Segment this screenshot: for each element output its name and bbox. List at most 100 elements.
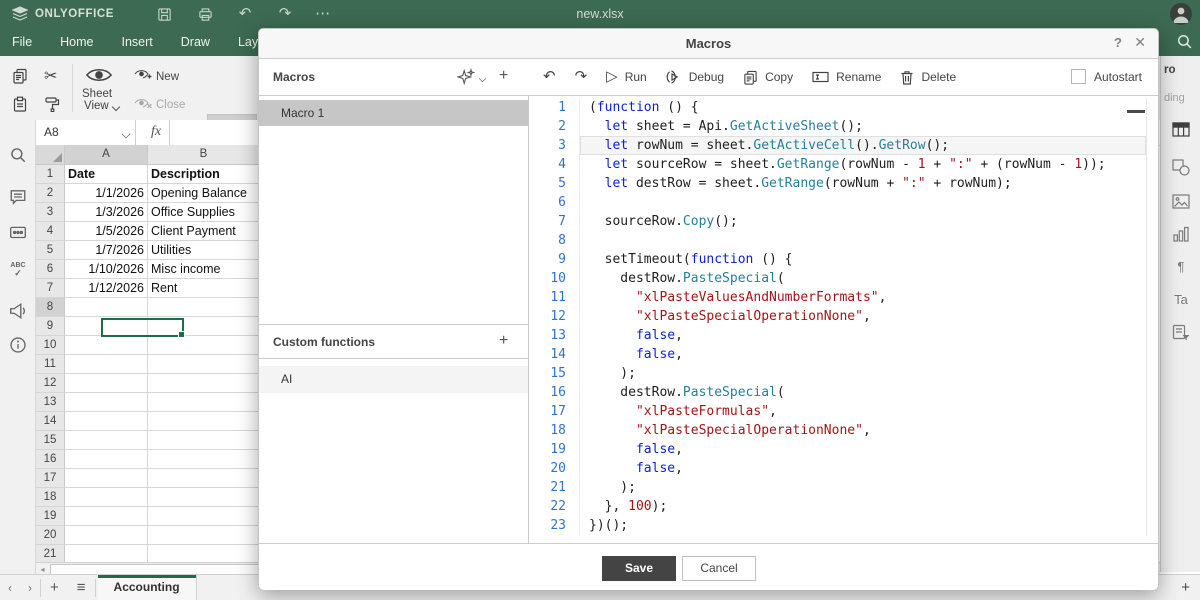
row-header-4[interactable]: 4 (36, 222, 65, 241)
tab-home[interactable]: Home (46, 28, 107, 56)
chat-icon[interactable] (9, 224, 27, 242)
row-header-6[interactable]: 6 (36, 260, 65, 279)
cell-A2[interactable]: 1/1/2026 (65, 184, 148, 203)
cell-B16[interactable] (148, 450, 260, 469)
run-button[interactable]: ▷ Run (606, 69, 647, 85)
cell-B3[interactable]: Office Supplies (148, 203, 260, 222)
cell-A8[interactable] (65, 298, 148, 317)
fill-handle[interactable] (178, 331, 185, 338)
debug-button[interactable]: Debug (666, 69, 724, 85)
cell-B19[interactable] (148, 507, 260, 526)
rename-button[interactable]: Rename (812, 70, 881, 84)
cell-A11[interactable] (65, 355, 148, 374)
cell-A15[interactable] (65, 431, 148, 450)
row-header-19[interactable]: 19 (36, 507, 65, 526)
ai-sparkle-icon[interactable] (457, 68, 475, 86)
cell-B8[interactable] (148, 298, 260, 317)
sheet-view-label-line1[interactable]: Sheet (82, 88, 112, 100)
cell-B5[interactable]: Utilities (148, 241, 260, 260)
sheet-view-chevron-icon[interactable] (112, 103, 120, 111)
delete-macro-button[interactable]: Delete (900, 70, 956, 85)
cell-B1[interactable]: Description (148, 165, 260, 184)
row-header-12[interactable]: 12 (36, 374, 65, 393)
feedback-icon[interactable] (9, 302, 27, 320)
tab-file[interactable]: File (0, 28, 46, 56)
save-button[interactable]: Save (602, 556, 676, 581)
code-line-3[interactable]: 3 let rowNum = sheet.GetActiveCell().Get… (529, 136, 1146, 155)
slicer-settings-icon[interactable] (1172, 324, 1190, 342)
cell-B14[interactable] (148, 412, 260, 431)
row-header-15[interactable]: 15 (36, 431, 65, 450)
redo-icon[interactable]: ↷ (273, 2, 297, 26)
print-icon[interactable] (193, 2, 217, 26)
new-sheet-view-icon[interactable] (134, 68, 152, 81)
row-header-10[interactable]: 10 (36, 336, 65, 355)
row-header-14[interactable]: 14 (36, 412, 65, 431)
paste-icon[interactable] (12, 96, 28, 112)
row-header-17[interactable]: 17 (36, 469, 65, 488)
cut-icon[interactable]: ✂ (44, 66, 57, 86)
cell-B18[interactable] (148, 488, 260, 507)
tab-insert[interactable]: Insert (108, 28, 167, 56)
dialog-help-icon[interactable]: ? (1114, 35, 1122, 50)
row-header-7[interactable]: 7 (36, 279, 65, 298)
cell-B13[interactable] (148, 393, 260, 412)
code-line-19[interactable]: 19 false, (529, 440, 1146, 459)
code-line-2[interactable]: 2 let sheet = Api.GetActiveSheet(); (529, 117, 1146, 136)
find-icon[interactable] (9, 146, 27, 164)
cell-A5[interactable]: 1/7/2026 (65, 241, 148, 260)
sheet-view-eye-icon[interactable] (85, 66, 113, 84)
cancel-button[interactable]: Cancel (682, 556, 756, 581)
dialog-title-bar[interactable]: Macros ? ✕ (259, 29, 1158, 59)
row-header-20[interactable]: 20 (36, 526, 65, 545)
next-sheet-icon[interactable]: › (20, 581, 40, 595)
code-line-5[interactable]: 5 let destRow = sheet.GetRange(rowNum + … (529, 174, 1146, 193)
add-sheet-icon[interactable]: + (41, 579, 68, 596)
row-header-13[interactable]: 13 (36, 393, 65, 412)
macro-redo-icon[interactable]: ↷ (575, 69, 588, 85)
sheet-list-icon[interactable]: ≡ (68, 579, 95, 596)
cell-B21[interactable] (148, 545, 260, 562)
cell-A20[interactable] (65, 526, 148, 545)
cell-B4[interactable]: Client Payment (148, 222, 260, 241)
code-line-15[interactable]: 15 ); (529, 364, 1146, 383)
code-line-7[interactable]: 7 sourceRow.Copy(); (529, 212, 1146, 231)
cell-B6[interactable]: Misc income (148, 260, 260, 279)
scroll-left-arrow-icon[interactable]: ◂ (38, 565, 47, 574)
zoom-in-icon[interactable]: + (1181, 579, 1190, 596)
cell-A12[interactable] (65, 374, 148, 393)
macro-list-item[interactable]: Macro 1 (259, 100, 528, 126)
ai-sparkle-chevron-icon[interactable] (479, 75, 486, 82)
code-line-10[interactable]: 10 destRow.PasteSpecial( (529, 269, 1146, 288)
cell-A6[interactable]: 1/10/2026 (65, 260, 148, 279)
dialog-close-icon[interactable]: ✕ (1134, 34, 1146, 51)
editor-scrollbar-thumb[interactable] (1127, 110, 1145, 113)
add-custom-function-button[interactable]: + (499, 332, 508, 350)
copy-icon[interactable] (12, 68, 28, 84)
add-macro-button[interactable]: + (499, 67, 508, 85)
cell-A17[interactable] (65, 469, 148, 488)
cell-B7[interactable]: Rent (148, 279, 260, 298)
cell-B11[interactable] (148, 355, 260, 374)
save-icon[interactable] (152, 2, 176, 26)
cell-A7[interactable]: 1/12/2026 (65, 279, 148, 298)
more-options-icon[interactable]: ⋯ (311, 2, 335, 26)
cell-B20[interactable] (148, 526, 260, 545)
cell-B2[interactable]: Opening Balance (148, 184, 260, 203)
code-line-23[interactable]: 23})(); (529, 516, 1146, 535)
row-header-8[interactable]: 8 (36, 298, 65, 317)
code-line-6[interactable]: 6 (529, 193, 1146, 212)
cell-B12[interactable] (148, 374, 260, 393)
cell-B17[interactable] (148, 469, 260, 488)
sheet-view-label-line2[interactable]: View (84, 100, 109, 112)
prev-sheet-icon[interactable]: ‹ (0, 581, 20, 595)
table-settings-icon[interactable] (1172, 122, 1190, 140)
row-header-5[interactable]: 5 (36, 241, 65, 260)
code-line-1[interactable]: 1(function () { (529, 98, 1146, 117)
code-line-21[interactable]: 21 ); (529, 478, 1146, 497)
image-settings-icon[interactable] (1172, 194, 1190, 212)
select-all-corner[interactable] (36, 145, 65, 164)
undo-icon[interactable]: ↶ (233, 2, 257, 26)
cell-A1[interactable]: Date (65, 165, 148, 184)
code-line-13[interactable]: 13 false, (529, 326, 1146, 345)
